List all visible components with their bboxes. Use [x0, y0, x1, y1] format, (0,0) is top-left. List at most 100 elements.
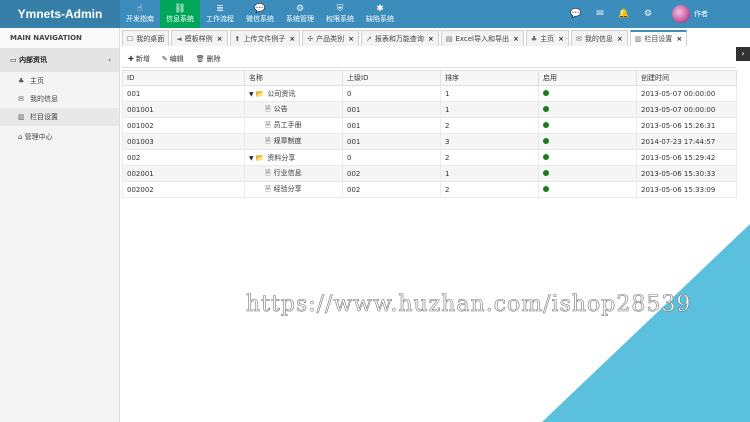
table-row[interactable]: 001003 🗎 规章制度 001 3 2014-07-23 17:44:57 — [122, 133, 737, 150]
app-logo[interactable]: Ymnets-Admin — [0, 0, 120, 28]
bell-icon[interactable]: 🔔 — [612, 9, 636, 19]
close-icon[interactable]: × — [217, 32, 223, 46]
cell-name: 🗎 公告 — [244, 101, 343, 118]
topnav-label: 系统管理 — [286, 15, 314, 23]
cell-parent-id: 001 — [342, 101, 441, 118]
tab-bar: ☐ 我的桌面 ◄ 模板样例 × ⬆ 上传文件例子 × ✣ 产品类别 × ↗ 报表和万能查询 × ▤ Excel… — [122, 30, 750, 46]
column-header[interactable]: 排序 — [440, 70, 539, 86]
file-icon: 🗎 — [265, 184, 271, 193]
tab-3[interactable]: ✣ 产品类别 × — [302, 30, 360, 46]
cell-enabled — [538, 149, 637, 166]
tab-7[interactable]: ✉ 我的信息 × — [571, 30, 628, 46]
tab-4[interactable]: ↗ 报表和万能查询 × — [361, 30, 439, 46]
column-header[interactable]: 名称 — [244, 70, 343, 86]
cell-enabled — [538, 85, 637, 102]
cell-enabled — [538, 101, 637, 118]
comments-icon[interactable]: 💬 — [564, 9, 588, 19]
node-label: 员工手册 — [273, 120, 302, 129]
close-icon[interactable]: × — [676, 32, 682, 46]
tab-label: 栏目设置 — [644, 35, 673, 43]
edit-button[interactable]: ✎ 编辑 — [162, 54, 184, 64]
table-row[interactable]: 001001 🗎 公告 001 1 2013-05-07 00:00:00 — [122, 101, 737, 118]
table-row[interactable]: 001002 🗎 员工手册 001 2 2013-05-06 15:26:31 — [122, 117, 737, 134]
topnav-item-2[interactable]: ≣ 工作流程 — [200, 0, 240, 28]
user-name[interactable]: 作者 — [694, 9, 708, 19]
cell-parent-id: 002 — [342, 181, 441, 198]
cell-parent-id: 0 — [342, 149, 441, 166]
plus-icon: ✚ — [128, 54, 134, 63]
close-icon[interactable]: × — [513, 32, 519, 46]
tab-2[interactable]: ⬆ 上传文件例子 × — [229, 30, 301, 46]
close-icon[interactable]: × — [617, 32, 623, 46]
sidebar-header: MAIN NAVIGATION — [0, 28, 119, 48]
envelope-icon[interactable]: ✉ — [588, 9, 612, 19]
cell-enabled — [538, 181, 637, 198]
enabled-status-icon — [543, 105, 549, 112]
tab-5[interactable]: ▤ Excel导入和导出 × — [440, 30, 524, 46]
cell-sort: 2 — [440, 181, 539, 198]
expand-toggle-icon[interactable]: ▼ — [249, 91, 254, 98]
enabled-status-icon — [543, 169, 549, 176]
column-header[interactable]: 创建时间 — [636, 70, 737, 86]
delete-button[interactable]: 🗑 删除 — [196, 54, 221, 64]
add-button[interactable]: ✚ 新增 — [128, 54, 150, 64]
cell-id: 002002 — [122, 181, 245, 198]
close-icon[interactable]: × — [428, 32, 434, 46]
cell-created-time: 2013-05-07 00:00:00 — [636, 101, 737, 118]
tab-scroll-right-button[interactable]: › — [736, 47, 750, 61]
column-header[interactable]: ID — [122, 70, 245, 86]
tab-label: Excel导入和导出 — [455, 34, 509, 43]
trash-icon: 🗑 — [195, 54, 205, 63]
cell-enabled — [538, 165, 637, 182]
cell-id: 001 — [122, 85, 245, 102]
gears-icon[interactable]: ⚙ — [636, 9, 660, 19]
chart-line-icon: ↗ — [366, 34, 372, 43]
topnav-item-6[interactable]: ✱ 缺陷系统 — [360, 0, 400, 28]
watermark: https://www.huzhan.com/ishop28539 — [246, 292, 692, 318]
sidebar-item-1[interactable]: ✉ 我的信息 — [0, 90, 119, 108]
close-icon[interactable]: × — [348, 32, 354, 46]
sidebar-item-admin-center[interactable]: ⌂ 管理中心 — [0, 126, 119, 148]
topnav-item-0[interactable]: ☝ 开发指南 — [120, 0, 160, 28]
sidebar-item-label: 主页 — [30, 77, 44, 85]
cell-sort: 1 — [440, 165, 539, 182]
column-header[interactable]: 启用 — [538, 70, 637, 86]
tab-8[interactable]: ▥ 栏目设置 × — [629, 30, 688, 46]
bullhorn-icon: ◄ — [176, 34, 182, 43]
bank-icon: ⌂ — [18, 133, 23, 141]
cell-sort: 1 — [440, 85, 539, 102]
cell-id: 001001 — [122, 101, 245, 118]
avatar[interactable] — [672, 5, 690, 23]
close-icon[interactable]: × — [558, 32, 564, 46]
tab-1[interactable]: ◄ 模板样例 × — [171, 30, 228, 46]
tab-6[interactable]: ♣ 主页 × — [525, 30, 569, 46]
file-icon: 🗎 — [265, 136, 271, 145]
cell-id: 001002 — [122, 117, 245, 134]
expand-toggle-icon[interactable]: ▼ — [249, 155, 254, 162]
cell-enabled — [538, 133, 637, 150]
sidebar-group-internal-news[interactable]: ▭ 内部资讯 ‹ — [0, 48, 119, 72]
topnav-label: 缺陷系统 — [366, 15, 394, 23]
table-row[interactable]: 002001 🗎 行业信息 002 1 2013-05-06 15:30:33 — [122, 165, 737, 182]
table-row[interactable]: 002 ▼ 📂 资料分享 0 2 2013-05-06 15:29:42 — [122, 149, 737, 166]
chat-icon: 💬 — [254, 4, 266, 14]
column-header[interactable]: 上级ID — [342, 70, 441, 86]
tab-label: 主页 — [540, 34, 555, 43]
columns-icon: ▭ — [10, 56, 20, 64]
cell-name: 🗎 规章制度 — [244, 133, 343, 150]
topnav-item-3[interactable]: 💬 微信系统 — [240, 0, 280, 28]
cell-id: 002 — [122, 149, 245, 166]
close-icon[interactable]: × — [289, 32, 295, 46]
table-row[interactable]: 002002 🗎 经验分享 002 2 2013-05-06 15:33:09 — [122, 181, 737, 198]
cell-name: ▼ 📂 资料分享 — [244, 149, 343, 166]
topnav-item-4[interactable]: ⚙ 系统管理 — [280, 0, 320, 28]
table-row[interactable]: 001 ▼ 📂 公司资讯 0 1 2013-05-07 00:00:00 — [122, 85, 737, 102]
topnav-item-1[interactable]: ⛓ 信息系统 — [160, 0, 200, 28]
topnav-item-5[interactable]: ⛨ 权限系统 — [320, 0, 360, 28]
tab-0[interactable]: ☐ 我的桌面 — [122, 30, 170, 46]
node-label: 经验分享 — [273, 184, 302, 193]
hand-icon: ☝ — [137, 4, 143, 14]
sidebar-item-0[interactable]: ♣ 主页 — [0, 72, 119, 90]
tree-grid: ID 名称 上级ID 排序 启用 创建时间 001 ▼ 📂 公司资讯 0 1 2013-05-07 0… — [122, 70, 737, 198]
sidebar-item-2[interactable]: ▥ 栏目设置 — [0, 108, 119, 126]
